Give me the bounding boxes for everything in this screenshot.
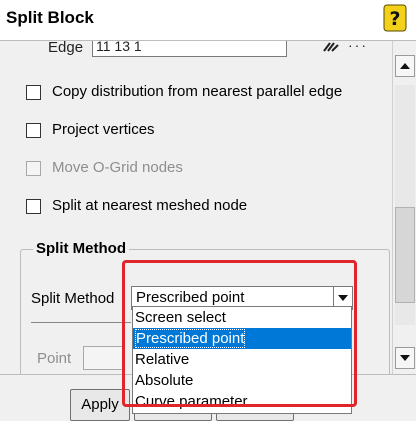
split-method-dropdown-list: Screen select Prescribed point Relative …	[132, 306, 352, 414]
vertical-scrollbar[interactable]	[392, 41, 416, 374]
window-title: Split Block	[6, 8, 94, 27]
divider	[31, 322, 131, 323]
point-label: Point	[37, 350, 72, 367]
title-bar: Split Block ?	[0, 0, 416, 41]
scroll-down-button[interactable]	[395, 347, 415, 369]
svg-text:?: ?	[389, 8, 400, 30]
checkbox-box[interactable]	[26, 123, 41, 138]
help-icon[interactable]: ?	[383, 4, 407, 32]
scroll-up-button[interactable]	[395, 55, 415, 77]
scroll-thumb[interactable]	[395, 207, 415, 303]
option-relative[interactable]: Relative	[133, 349, 351, 370]
split-method-group-title: Split Method	[33, 240, 129, 257]
point-field	[83, 346, 125, 370]
split-method-label: Split Method	[31, 290, 115, 307]
option-curve-parameter[interactable]: Curve parameter	[133, 391, 351, 412]
copy-distribution-label: Copy distribution from nearest parallel …	[52, 83, 343, 100]
option-screen-select[interactable]: Screen select	[133, 307, 351, 328]
edge-label: Edge	[48, 41, 84, 56]
option-prescribed-point[interactable]: Prescribed point	[133, 328, 351, 349]
split-method-value: Prescribed point	[136, 289, 245, 306]
more-icon[interactable]: ···	[348, 41, 368, 53]
checkbox-box[interactable]	[26, 199, 41, 214]
edge-row: Edge 11 13 1 ···	[30, 41, 370, 65]
checkbox-box[interactable]	[26, 85, 41, 100]
select-edge-icon[interactable]	[322, 41, 342, 58]
apply-button[interactable]: Apply	[70, 389, 130, 421]
move-ogrid-label: Move O-Grid nodes	[52, 159, 183, 176]
option-absolute[interactable]: Absolute	[133, 370, 351, 391]
project-vertices-label: Project vertices	[52, 121, 155, 138]
split-nearest-meshed-label: Split at nearest meshed node	[52, 197, 248, 214]
option-prescribed-point-label: Prescribed point	[135, 329, 246, 348]
checkbox-box	[26, 161, 41, 176]
edge-field[interactable]: 11 13 1	[92, 41, 287, 57]
